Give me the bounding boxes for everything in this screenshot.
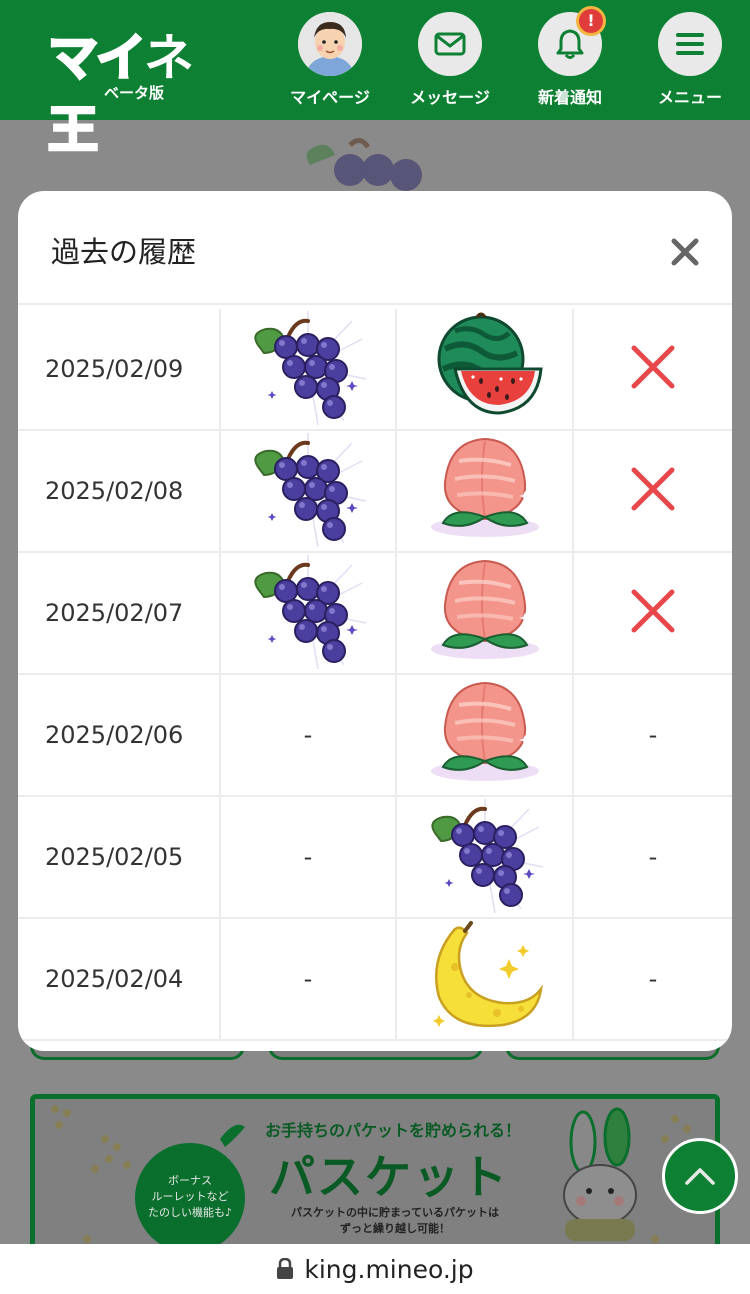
banner-description: パスケットの中に貯まっているパケットは ずっと繰り越し可能！	[290, 1206, 499, 1235]
logo-part-1: マイ	[47, 28, 148, 89]
history-result-1	[221, 309, 397, 429]
cross-icon	[628, 464, 678, 518]
modal-divider	[18, 303, 732, 305]
history-result-2	[397, 919, 574, 1039]
history-result-1: -	[221, 797, 397, 917]
avatar	[298, 12, 362, 76]
history-result-1: -	[221, 675, 397, 795]
history-result-3: -	[574, 797, 732, 917]
nav-messages-label: メッセージ	[410, 88, 490, 107]
lock-icon	[277, 1258, 294, 1279]
history-row: 2025/02/04 - -	[18, 919, 732, 1041]
nav-messages[interactable]: メッセージ	[395, 12, 505, 112]
peach-icon	[425, 431, 545, 551]
grape-icon	[248, 431, 368, 551]
watermelon-icon	[425, 309, 545, 429]
history-table[interactable]: 2025/02/09 2025/02/08 2025/02/07 2025/02…	[18, 309, 732, 1051]
cross-icon	[628, 586, 678, 640]
history-row: 2025/02/05 - -	[18, 797, 732, 919]
chevron-up-icon	[685, 1168, 715, 1185]
logo-part-3: 王	[47, 100, 100, 161]
banana-icon	[425, 919, 545, 1039]
bell-icon: !	[538, 6, 606, 76]
history-date: 2025/02/05	[18, 797, 221, 917]
browser-url-bar[interactable]: king.mineo.jp	[0, 1244, 750, 1294]
banner-title: パスケット	[269, 1150, 509, 1204]
hamburger-icon	[658, 12, 722, 76]
history-result-1: -	[221, 919, 397, 1039]
nav-notifications[interactable]: ! 新着通知	[515, 6, 625, 112]
history-result-3	[574, 309, 732, 429]
history-date: 2025/02/06	[18, 675, 221, 795]
peach-icon	[425, 675, 545, 795]
grape-icon	[248, 309, 368, 429]
result-3-empty-dash: -	[648, 721, 658, 749]
result-1-empty-dash: -	[303, 843, 313, 871]
history-result-3: -	[574, 919, 732, 1039]
result-3-empty-dash: -	[648, 843, 658, 871]
history-date: 2025/02/09	[18, 309, 221, 429]
history-row: 2025/02/09	[18, 309, 732, 431]
history-date: 2025/02/08	[18, 431, 221, 551]
envelope-icon	[418, 12, 482, 76]
history-result-2	[397, 309, 574, 429]
notification-badge: !	[576, 6, 606, 36]
history-result-2	[397, 797, 574, 917]
nav-menu-label: メニュー	[657, 88, 722, 107]
history-date: 2025/02/04	[18, 919, 221, 1039]
nav-mypage[interactable]: マイページ	[275, 12, 385, 112]
history-row: 2025/02/06 - -	[18, 675, 732, 797]
grape-icon	[425, 797, 545, 917]
app-header: マイネ王 ベータ版 マイページ メッセージ ! 新着通知 メニュー	[0, 0, 750, 161]
history-result-3	[574, 553, 732, 673]
history-result-3	[574, 431, 732, 551]
history-result-1	[221, 553, 397, 673]
bunny-mascot-image	[563, 1107, 637, 1241]
result-1-empty-dash: -	[303, 721, 313, 749]
grape-icon	[248, 553, 368, 673]
history-result-1	[221, 431, 397, 551]
nav-mypage-label: マイページ	[290, 88, 370, 107]
history-result-3: -	[574, 675, 732, 795]
cross-icon	[628, 342, 678, 396]
history-modal: 過去の履歴 2025/02/09 2025/02/08 2025/02/07 2…	[18, 191, 732, 1051]
history-row: 2025/02/08	[18, 431, 732, 553]
banner-feature-circle: ボーナス ルーレットなど たのしい機能も♪	[135, 1143, 245, 1249]
banner-circle-text: ボーナス ルーレットなど たのしい機能も♪	[147, 1174, 233, 1219]
nav-notifications-label: 新着通知	[537, 88, 602, 107]
logo-beta-label: ベータ版	[104, 84, 165, 102]
close-icon[interactable]	[668, 235, 702, 269]
logo[interactable]: マイネ王 ベータ版	[47, 18, 218, 161]
peach-icon	[425, 553, 545, 673]
history-date: 2025/02/07	[18, 553, 221, 673]
history-result-2	[397, 431, 574, 551]
history-result-2	[397, 675, 574, 795]
modal-title: 過去の履歴	[51, 235, 197, 269]
logo-part-2: ネ	[144, 29, 194, 87]
banner-subtitle: お手持ちのパケットを貯められる！	[265, 1121, 522, 1140]
scroll-to-top-button[interactable]	[662, 1138, 738, 1214]
pasket-banner[interactable]: ボーナス ルーレットなど たのしい機能も♪ お手持ちのパケットを貯められる！ パ…	[30, 1094, 720, 1254]
history-result-2	[397, 553, 574, 673]
result-1-empty-dash: -	[303, 965, 313, 993]
result-3-empty-dash: -	[648, 965, 658, 993]
history-row: 2025/02/07	[18, 553, 732, 675]
url-text: king.mineo.jp	[304, 1254, 474, 1284]
nav-menu[interactable]: メニュー	[635, 12, 745, 112]
